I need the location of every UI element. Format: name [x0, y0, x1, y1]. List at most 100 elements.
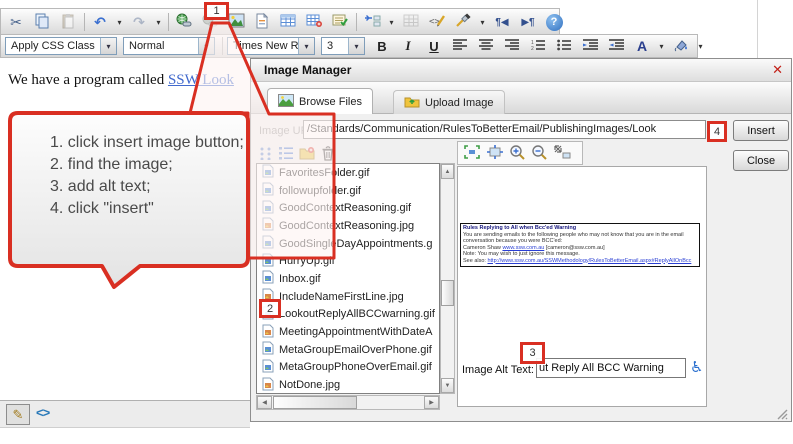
tab-upload-image[interactable]: Upload Image: [393, 90, 505, 114]
zoom-in-icon[interactable]: [509, 144, 526, 163]
align-right-icon: [505, 39, 519, 54]
chevron-down-icon[interactable]: ▾: [198, 38, 214, 54]
new-folder-icon[interactable]: [299, 146, 315, 163]
insert-form-button[interactable]: [329, 12, 351, 32]
scroll-up-icon[interactable]: ▲: [441, 164, 454, 179]
italic-button[interactable]: I: [397, 36, 419, 56]
edit-html-button[interactable]: <>: [426, 12, 448, 32]
toggle-resize-icon[interactable]: [553, 144, 571, 163]
align-right-button[interactable]: [501, 36, 523, 56]
help-button[interactable]: ?: [543, 12, 565, 32]
insert-link-icon: [176, 13, 192, 32]
paragraph-ltr-icon: ¶◀: [495, 17, 508, 28]
align-center-icon: [479, 39, 493, 54]
undo-button[interactable]: ↶: [89, 12, 111, 32]
redo-dropdown[interactable]: ▾: [154, 12, 163, 32]
file-list-hscrollbar[interactable]: ◀ ▶: [256, 395, 440, 410]
outdent-button[interactable]: [605, 36, 627, 56]
file-list-item[interactable]: followupfolder.gif: [257, 182, 439, 200]
paste-button[interactable]: [57, 12, 79, 32]
file-list-vscrollbar[interactable]: ▲ ▼: [440, 163, 455, 394]
highlight-color-dropdown[interactable]: ▾: [696, 36, 705, 56]
numbered-list-button[interactable]: 12: [527, 36, 549, 56]
actual-size-icon[interactable]: [486, 144, 504, 163]
image-file-icon: [262, 235, 274, 252]
file-list-item[interactable]: GoodContextReasoning.gif: [257, 199, 439, 217]
html-mode-button[interactable]: <>: [36, 405, 49, 420]
close-button[interactable]: Close: [733, 150, 789, 171]
redo-icon: ↷: [133, 14, 145, 31]
insert-form-icon: [332, 13, 348, 31]
bullet-list-button[interactable]: [553, 36, 575, 56]
delete-icon[interactable]: [321, 145, 335, 164]
file-list-item[interactable]: FavoritesFolder.gif: [257, 164, 439, 182]
scroll-down-icon[interactable]: ▼: [441, 378, 454, 393]
font-color-button[interactable]: A: [631, 36, 653, 56]
cut-button[interactable]: ✂: [5, 12, 27, 32]
file-list[interactable]: FavoritesFolder.gif followupfolder.gif G…: [256, 163, 440, 394]
paragraph-rtl-button[interactable]: ▶¶: [517, 12, 539, 32]
toolbar-separator: [84, 13, 85, 31]
preview-image-body: You are sending emails to the following …: [463, 232, 697, 245]
font-size-select[interactable]: 3 ▾: [321, 37, 365, 55]
file-list-item-selected[interactable]: LookoutReplyAllBCCwarning.gif: [257, 306, 439, 324]
font-name-select[interactable]: Times New Roma ▾: [227, 37, 315, 55]
file-list-item[interactable]: Inbox.gif: [257, 270, 439, 288]
image-alt-text-input[interactable]: [536, 358, 686, 378]
tab-browse-files[interactable]: Browse Files: [267, 88, 373, 114]
copy-button[interactable]: [31, 12, 53, 32]
scroll-left-icon[interactable]: ◀: [257, 396, 272, 409]
file-list-item[interactable]: MetaGroupEmailOverPhone.gif: [257, 341, 439, 359]
marker-1: 1: [204, 2, 229, 20]
undo-dropdown[interactable]: ▾: [115, 12, 124, 32]
ssw-url-link: www.ssw.com.au: [502, 245, 544, 251]
underline-button[interactable]: U: [423, 36, 445, 56]
file-list-item[interactable]: MetaGroupPhoneOverEmail.gif: [257, 359, 439, 377]
ssw-look-link[interactable]: SSW Look: [168, 72, 234, 88]
image-url-field[interactable]: /Standards/Communication/RulesToBetterEm…: [303, 120, 706, 139]
file-list-item[interactable]: MeetingAppointmentWithDateA: [257, 323, 439, 341]
design-mode-button[interactable]: ✎: [6, 404, 30, 425]
insert-table-button[interactable]: [277, 12, 299, 32]
insert-tab-dropdown[interactable]: ▾: [387, 12, 396, 32]
file-list-item[interactable]: GoodSingleDayAppointments.g: [257, 235, 439, 253]
scroll-right-icon[interactable]: ▶: [424, 396, 439, 409]
file-list-item[interactable]: IncludeNameFirstLine.jpg: [257, 288, 439, 306]
file-list-item[interactable]: GoodContextReasoning.jpg: [257, 217, 439, 235]
font-color-dropdown[interactable]: ▾: [657, 36, 666, 56]
numbered-list-icon: 12: [531, 39, 545, 54]
chevron-down-icon[interactable]: ▾: [100, 38, 116, 54]
bold-button[interactable]: B: [371, 36, 393, 56]
chevron-down-icon[interactable]: ▾: [298, 38, 314, 54]
close-icon[interactable]: ✕: [772, 62, 783, 78]
format-painter-button[interactable]: [452, 12, 474, 32]
image-preview-pane: Rules Replying to All when Bcc'ed Warnin…: [457, 166, 707, 407]
dialog-title-bar[interactable]: Image Manager ✕: [251, 59, 791, 82]
indent-button[interactable]: [579, 36, 601, 56]
align-center-button[interactable]: [475, 36, 497, 56]
hscroll-thumb[interactable]: [273, 396, 357, 409]
insert-link-button[interactable]: [173, 12, 195, 32]
best-fit-icon[interactable]: [463, 144, 481, 163]
dialog-resize-grip[interactable]: [775, 407, 788, 423]
table-disabled-button[interactable]: [400, 12, 422, 32]
vscroll-thumb[interactable]: [441, 280, 454, 306]
thumbnails-view-icon[interactable]: [259, 146, 273, 163]
insert-document-button[interactable]: [251, 12, 273, 32]
file-list-item[interactable]: NotDone.jpg: [257, 376, 439, 394]
redo-button[interactable]: ↷: [128, 12, 150, 32]
zoom-out-icon[interactable]: [531, 144, 548, 163]
insert-tab-button[interactable]: [361, 12, 383, 32]
insert-button[interactable]: Insert: [733, 120, 789, 141]
paragraph-style-select[interactable]: Normal ▾: [123, 37, 215, 55]
highlight-color-button[interactable]: [670, 36, 692, 56]
file-list-item[interactable]: HurryUp.gif: [257, 252, 439, 270]
align-left-button[interactable]: [449, 36, 471, 56]
table-wizard-button[interactable]: [303, 12, 325, 32]
format-painter-dropdown[interactable]: ▾: [478, 12, 487, 32]
css-class-select[interactable]: Apply CSS Class ▾: [5, 37, 117, 55]
chevron-down-icon[interactable]: ▾: [348, 38, 364, 54]
details-view-icon[interactable]: [279, 146, 293, 163]
table-grid-icon: [403, 13, 419, 31]
paragraph-ltr-button[interactable]: ¶◀: [491, 12, 513, 32]
